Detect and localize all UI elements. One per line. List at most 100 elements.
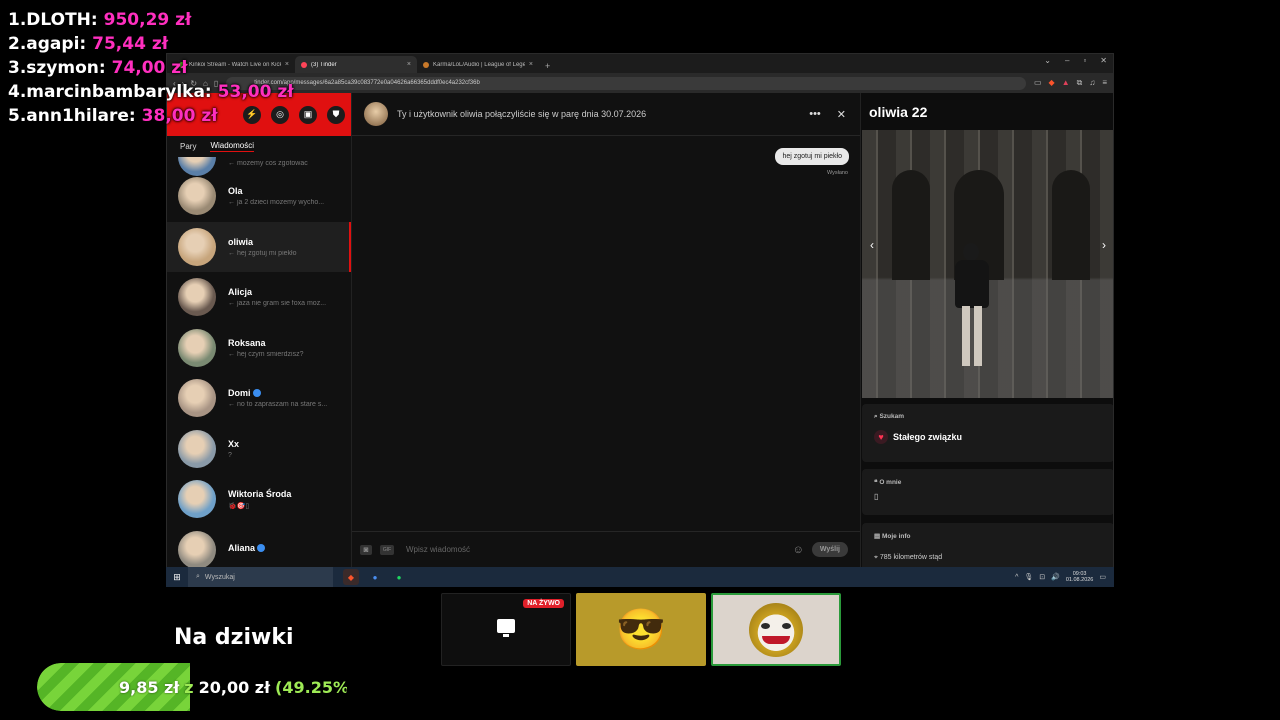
taskbar-apps: ◆ ● ● (333, 569, 407, 585)
chat-header: Ty i użytkownik oliwia połączyliście się… (352, 93, 860, 136)
conversation-item[interactable]: Wiktoria Środa 🐞🎯▯ (167, 474, 351, 525)
avatar (178, 227, 216, 266)
conversation-item[interactable]: Aliana (167, 525, 351, 567)
about-label: ❝ O mnie (874, 479, 902, 486)
sidebar-tabs: Pary Wiadomości (167, 136, 351, 157)
conversation-preview: 🐞🎯▯ (228, 502, 250, 510)
clock-date: 01.08.2026 (1065, 577, 1094, 583)
tab-messages[interactable]: Wiadomości (210, 141, 255, 152)
avatar (178, 328, 216, 367)
music-icon[interactable]: ♫ (1089, 78, 1095, 88)
chevron-right-icon[interactable]: › (1102, 238, 1106, 252)
conversation-preview: ← hej czym smierdzisz? (228, 350, 304, 358)
rewards-icon[interactable]: ▲ (1062, 78, 1070, 88)
send-button[interactable]: Wyślij (811, 542, 848, 557)
gif-button[interactable]: GIF (380, 544, 394, 555)
live-preview-tile: NA ŻYWO (441, 593, 571, 666)
taskbar-search[interactable]: ⌕ Wyszukaj (188, 567, 333, 587)
conversation-item[interactable]: Alicja ← jaza nie gram sie foxa moz... (167, 272, 351, 323)
avatar (178, 379, 216, 418)
heart-icon: ♥ (874, 430, 888, 444)
donor-name: 4.marcinbambarylka: (8, 82, 212, 102)
new-tab-button[interactable]: + (539, 61, 556, 73)
donor-amount: 38,00 zł (141, 106, 218, 126)
tab-bar: Kinkoi Stream - Watch Live on Kick × (3)… (167, 54, 1113, 73)
conversation-list: Natalia← mozemy cos zgotowac Ola ← ja 2 dz… (167, 157, 351, 567)
browser-tab-tinder[interactable]: (3) Tinder × (295, 56, 417, 73)
conversation-text: Wiktoria Środa 🐞🎯▯ (228, 489, 340, 510)
league-favicon-icon (423, 61, 429, 68)
spotify-app-icon[interactable]: ● (391, 569, 407, 585)
conversation-preview: ? (228, 451, 232, 459)
conversation-item[interactable]: Ola ← ja 2 dzieci mozemy wycho... (167, 171, 351, 222)
tray-chevron-icon[interactable]: ^ (1015, 574, 1018, 581)
extensions-area: ▭ ◆ ▲ ⧉ ♫ ≡ (1034, 78, 1107, 88)
monitor-icon (497, 619, 515, 637)
profile-photo[interactable]: ‹ › (862, 130, 1113, 398)
avatar (178, 177, 216, 216)
conversation-item[interactable]: Domi ← no to zapraszam na stare s... (167, 373, 351, 424)
tab-close-icon[interactable]: × (407, 61, 411, 68)
brave-app-icon[interactable]: ◆ (343, 569, 359, 585)
tab-close-icon[interactable]: × (529, 61, 533, 68)
tab-matches[interactable]: Pary (180, 142, 196, 151)
minimize-icon[interactable]: – (1065, 56, 1069, 65)
goal-target: 20,00 zł (198, 677, 271, 697)
conversation-item[interactable]: Natalia← mozemy cos zgotowac (167, 157, 351, 176)
conversation-item[interactable]: Roksana ← hej czym smierdzisz? (167, 323, 351, 374)
close-chat-icon[interactable]: ✕ (837, 108, 846, 121)
brave-shield-icon[interactable]: ◆ (1049, 78, 1055, 88)
network-icon[interactable]: ⊡ (1039, 573, 1045, 581)
sent-message-bubble: hej zgotuj mi piekło (775, 148, 849, 165)
window-controls: ⌄ – ▫ ✕ (1044, 56, 1107, 65)
chat-app-icon[interactable]: ● (367, 569, 383, 585)
goal-progress-bar: 9,85 zł z 20,00 zł (49.25%) (37, 663, 347, 711)
chevron-down-icon[interactable]: ⌄ (1044, 56, 1051, 65)
screen-share-icon[interactable]: ▭ (1034, 78, 1042, 88)
volume-icon[interactable]: 🔊 (1051, 573, 1060, 581)
emoji-icon[interactable]: ☺ (793, 544, 804, 556)
conversation-text: Aliana (228, 543, 340, 556)
stream-screen: 1.DLOTH: 950,29 zł 2.agapi: 75,44 zł 3.s… (0, 0, 1280, 720)
url-field[interactable]: tinder.com/app/messages/6a2a85ca39c08377… (226, 76, 1026, 90)
briefcase-icon[interactable]: ▣ (299, 105, 317, 124)
avatar (178, 429, 216, 468)
conversation-text: Ola ← ja 2 dzieci mozemy wycho... (228, 186, 340, 206)
system-tray: ^ 🎙 ⊡ 🔊 09:03 01.08.2026 ▭ (1015, 571, 1114, 583)
more-options-icon[interactable]: ••• (809, 108, 821, 121)
maximize-icon[interactable]: ▫ (1083, 56, 1086, 65)
chat-avatar[interactable] (364, 102, 388, 126)
conversation-text: oliwia ← hej zgotuj mi piekło (228, 237, 340, 257)
goal-title: Na dziwki (174, 625, 294, 650)
looking-for-label-text: Szukam (879, 413, 905, 420)
looking-for-label: ⌕ Szukam (874, 413, 905, 420)
message-input[interactable] (402, 545, 785, 554)
donor-amount: 75,44 zł (92, 34, 169, 54)
conversation-item[interactable]: oliwia ← hej zgotuj mi piekło (167, 221, 351, 272)
match-info-text: Ty i użytkownik oliwia połączyliście się… (397, 109, 647, 119)
search-icon: ⌕ (196, 573, 200, 580)
extensions-icon[interactable]: ⧉ (1077, 78, 1083, 88)
close-icon[interactable]: ✕ (1100, 56, 1107, 65)
menu-icon[interactable]: ≡ (1102, 78, 1107, 88)
taskbar-clock[interactable]: 09:03 01.08.2026 (1066, 571, 1094, 583)
profile-name: oliwia 22 (869, 103, 928, 120)
conversation-item[interactable]: Xx? (167, 424, 351, 475)
goal-separator: z (184, 677, 194, 697)
microphone-icon[interactable]: 🎙 (1024, 573, 1033, 581)
chevron-left-icon[interactable]: ‹ (870, 238, 874, 252)
message-status: Wysłano (826, 170, 848, 176)
conversation-name-row: Aliana (228, 543, 340, 553)
sticker-icon[interactable]: ◙ (360, 544, 372, 555)
joker-emote-icon (749, 602, 803, 657)
browser-tab-league[interactable]: Karma/LoL/Audio | League of Legends × (417, 56, 539, 73)
notifications-icon[interactable]: ▭ (1099, 573, 1106, 581)
conversation-name: Alicja (228, 287, 253, 298)
joker-mouth (762, 635, 790, 644)
verified-badge-icon (257, 544, 266, 553)
shield-icon[interactable]: ⛊ (327, 105, 345, 124)
conversation-name: oliwia (228, 236, 254, 247)
chat-actions: ••• ✕ (809, 108, 860, 121)
conversation-preview: ← ja 2 dzieci mozemy wycho... (228, 199, 325, 207)
windows-start-icon[interactable]: ⊞ (166, 567, 188, 587)
